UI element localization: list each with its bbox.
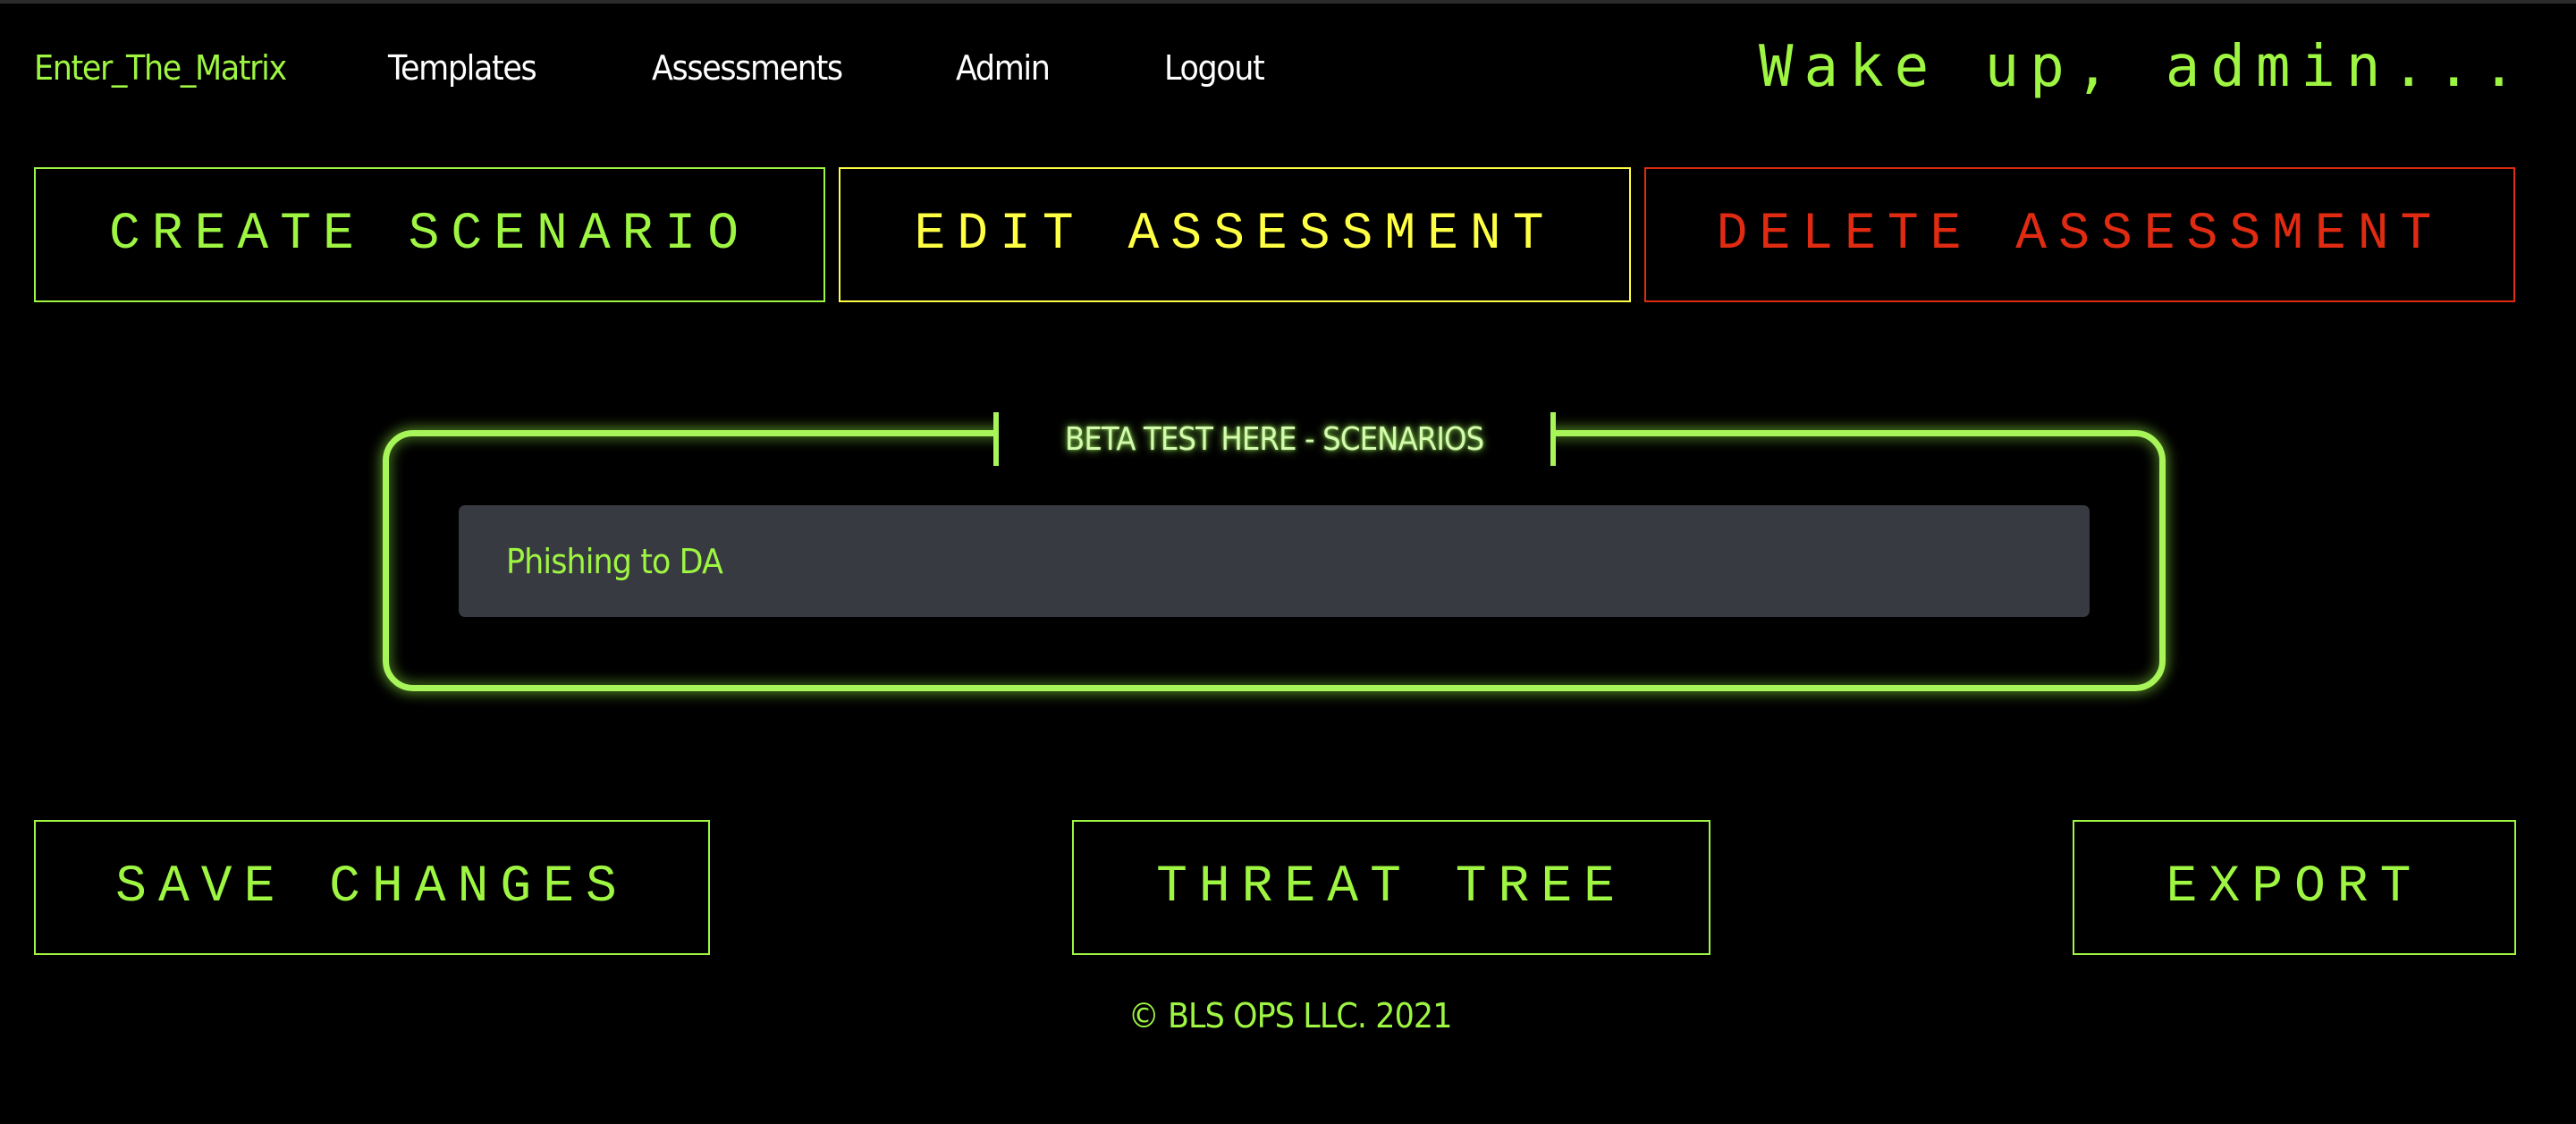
- delete-assessment-button[interactable]: DELETE ASSESSMENT: [1644, 167, 2515, 302]
- scenarios-panel-title: BETA TEST HERE - SCENARIOS: [1065, 420, 1484, 458]
- copyright-text: © BLS OPS LLC. 2021: [1128, 996, 1453, 1035]
- scenario-list-item[interactable]: Phishing to DA: [459, 505, 2090, 617]
- nav-link-assessments[interactable]: Assessments: [652, 48, 843, 88]
- footer: © BLS OPS LLC. 2021: [0, 996, 2576, 1035]
- save-changes-button[interactable]: SAVE CHANGES: [34, 820, 710, 955]
- nav-link-templates[interactable]: Templates: [388, 48, 537, 88]
- scenario-item-label: Phishing to DA: [506, 541, 723, 581]
- create-scenario-button[interactable]: CREATE SCENARIO: [34, 167, 825, 302]
- edit-assessment-button[interactable]: EDIT ASSESSMENT: [839, 167, 1631, 302]
- scenarios-panel-legend: BETA TEST HERE - SCENARIOS: [993, 412, 1556, 466]
- navbar: Enter_The_Matrix Templates Assessments A…: [0, 4, 2576, 138]
- nav-link-admin[interactable]: Admin: [956, 48, 1051, 88]
- export-button[interactable]: EXPORT: [2073, 820, 2516, 955]
- threat-tree-button[interactable]: THREAT TREE: [1072, 820, 1710, 955]
- greeting-text: Wake up, admin...: [1759, 34, 2528, 100]
- brand-link[interactable]: Enter_The_Matrix: [34, 48, 287, 88]
- nav-link-logout[interactable]: Logout: [1164, 48, 1265, 88]
